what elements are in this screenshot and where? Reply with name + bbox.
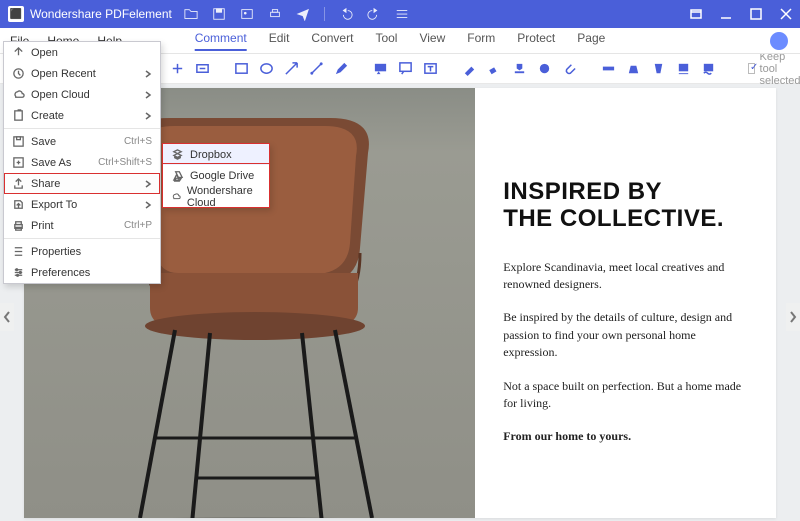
submenu-item-wondershare-cloud[interactable]: Wondershare Cloud xyxy=(163,186,269,207)
preferences-icon xyxy=(12,266,25,279)
tab-comment[interactable]: Comment xyxy=(195,31,247,51)
measure-icon[interactable] xyxy=(601,61,616,76)
gallery-icon[interactable] xyxy=(240,7,254,21)
next-page-button[interactable] xyxy=(786,303,800,331)
arrow-icon[interactable] xyxy=(284,61,299,76)
attachment-icon[interactable] xyxy=(562,61,577,76)
tab-edit[interactable]: Edit xyxy=(269,31,290,51)
print-icon[interactable] xyxy=(268,7,282,21)
area-highlight-icon[interactable] xyxy=(626,61,641,76)
window-tab-icon[interactable] xyxy=(690,8,702,20)
dropbox-icon xyxy=(171,148,184,161)
chevron-right-icon xyxy=(144,112,152,120)
open-recent-icon xyxy=(12,67,25,80)
customize-icon[interactable] xyxy=(395,7,409,21)
underline-icon[interactable] xyxy=(676,61,691,76)
page-paragraph: Not a space built on perfection. But a h… xyxy=(503,378,748,413)
properties-icon xyxy=(12,245,25,258)
pencil-icon[interactable] xyxy=(334,61,349,76)
prev-page-button[interactable] xyxy=(0,303,14,331)
oval-icon[interactable] xyxy=(259,61,274,76)
print-icon xyxy=(12,219,25,232)
line-icon[interactable] xyxy=(309,61,324,76)
wondershare-cloud-icon xyxy=(171,190,181,203)
fit-width-icon[interactable] xyxy=(195,61,210,76)
keep-tool-selected-checkbox[interactable]: Keep tool selected xyxy=(748,51,800,87)
save-icon xyxy=(12,135,25,148)
submenu-item-google-drive[interactable]: Google Drive xyxy=(163,165,269,186)
menu-item-create[interactable]: Create xyxy=(4,105,160,126)
menu-item-print[interactable]: Print Ctrl+P xyxy=(4,215,160,236)
keep-tool-selected-label: Keep tool selected xyxy=(760,51,800,87)
squiggly-icon[interactable] xyxy=(701,61,716,76)
export-icon xyxy=(12,198,25,211)
tab-view[interactable]: View xyxy=(419,31,445,51)
open-icon xyxy=(12,46,25,59)
menu-item-open[interactable]: Open xyxy=(4,42,160,63)
google-drive-icon xyxy=(171,169,184,182)
chevron-right-icon xyxy=(144,180,152,188)
chevron-right-icon xyxy=(144,201,152,209)
page-paragraph: Explore Scandinavia, meet local creative… xyxy=(503,259,748,294)
tab-convert[interactable]: Convert xyxy=(311,31,353,51)
avatar[interactable] xyxy=(770,32,788,50)
menu-item-preferences[interactable]: Preferences xyxy=(4,262,160,283)
menu-item-share[interactable]: Share xyxy=(4,173,160,194)
chevron-right-icon xyxy=(144,70,152,78)
stamp-icon[interactable] xyxy=(462,61,477,76)
close-icon[interactable] xyxy=(780,8,792,20)
link-icon[interactable] xyxy=(537,61,552,76)
eraser-icon[interactable] xyxy=(487,61,502,76)
rectangle-icon[interactable] xyxy=(234,61,249,76)
menu-item-open-cloud[interactable]: Open Cloud xyxy=(4,84,160,105)
save-icon[interactable] xyxy=(212,7,226,21)
menu-item-properties[interactable]: Properties xyxy=(4,241,160,262)
create-icon xyxy=(12,109,25,122)
minimize-icon[interactable] xyxy=(720,8,732,20)
titlebar: ⬛ Wondershare PDFelement xyxy=(0,0,800,28)
page-text-column: INSPIRED BYTHE COLLECTIVE. Explore Scand… xyxy=(475,88,776,518)
tab-page[interactable]: Page xyxy=(577,31,605,51)
app-title: Wondershare PDFelement xyxy=(30,7,172,21)
signature-icon[interactable] xyxy=(512,61,527,76)
textbox-icon[interactable] xyxy=(423,61,438,76)
send-icon[interactable] xyxy=(296,7,310,21)
open-cloud-icon xyxy=(12,88,25,101)
chevron-right-icon xyxy=(144,91,152,99)
ribbon-tabs: Comment Edit Convert Tool View Form Prot… xyxy=(195,31,606,51)
tab-form[interactable]: Form xyxy=(467,31,495,51)
callout-icon[interactable] xyxy=(398,61,413,76)
redo-icon[interactable] xyxy=(367,7,381,21)
zoom-icon[interactable] xyxy=(170,61,185,76)
page-heading: INSPIRED BYTHE COLLECTIVE. xyxy=(503,178,748,233)
quick-access-toolbar xyxy=(184,7,409,21)
highlight-icon[interactable] xyxy=(373,61,388,76)
undo-icon[interactable] xyxy=(339,7,353,21)
menu-item-save-as[interactable]: Save As Ctrl+Shift+S xyxy=(4,152,160,173)
tab-tool[interactable]: Tool xyxy=(375,31,397,51)
menu-item-export-to[interactable]: Export To xyxy=(4,194,160,215)
file-menu-dropdown: Open Open Recent Open Cloud Create Save … xyxy=(3,41,161,284)
page-paragraph: From our home to yours. xyxy=(503,428,748,445)
menu-item-save[interactable]: Save Ctrl+S xyxy=(4,131,160,152)
folder-icon[interactable] xyxy=(184,7,198,21)
app-logo: ⬛ xyxy=(8,6,24,22)
menu-item-open-recent[interactable]: Open Recent xyxy=(4,63,160,84)
window-controls xyxy=(690,8,792,20)
page-paragraph: Be inspired by the details of culture, d… xyxy=(503,309,748,361)
save-as-icon xyxy=(12,156,25,169)
maximize-icon[interactable] xyxy=(750,8,762,20)
submenu-item-dropbox[interactable]: Dropbox xyxy=(163,144,269,165)
share-icon xyxy=(12,177,25,190)
tab-protect[interactable]: Protect xyxy=(517,31,555,51)
strikethrough-icon[interactable] xyxy=(651,61,666,76)
share-submenu: Dropbox Google Drive Wondershare Cloud xyxy=(162,143,270,208)
